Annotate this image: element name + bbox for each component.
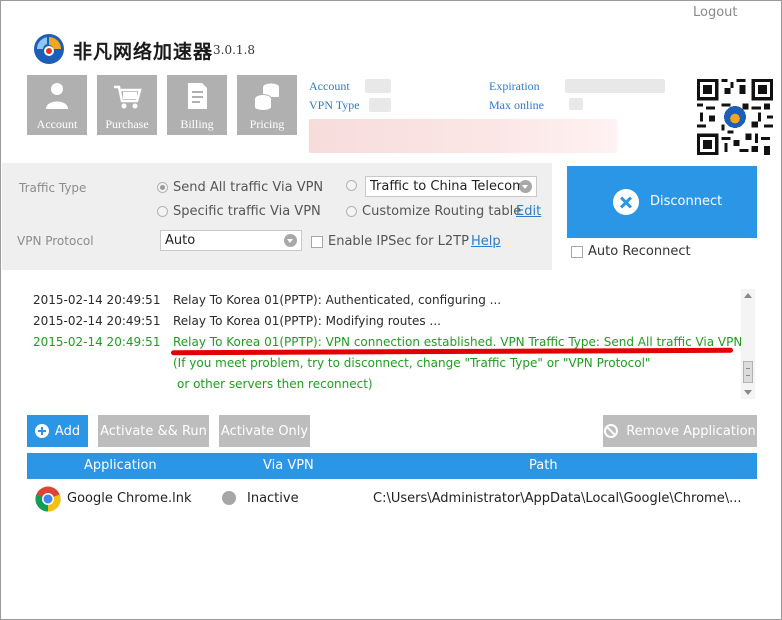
- chrome-icon: [35, 486, 61, 512]
- max-online-value-redacted: [569, 98, 583, 110]
- radio-indicator: [157, 206, 168, 217]
- traffic-target-select[interactable]: Traffic to China Telecom: [365, 176, 537, 197]
- pricing-tile-label: Pricing: [249, 117, 285, 131]
- chevron-down-icon: [284, 234, 297, 247]
- log-timestamp: 2015-02-14 20:49:51: [33, 314, 161, 328]
- account-value-redacted: [365, 79, 391, 93]
- activate-only-label: Activate Only: [220, 423, 309, 439]
- scroll-thumb[interactable]: [743, 361, 753, 383]
- customize-routing-label: Customize Routing table: [362, 204, 522, 219]
- traffic-target-value: Traffic to China Telecom: [370, 179, 525, 194]
- red-underline-annotation: [170, 347, 734, 356]
- log-entry-success: 2015-02-14 20:49:51 Relay To Korea 01(PPT…: [33, 335, 742, 349]
- purchase-tile-button[interactable]: Purchase: [97, 75, 157, 135]
- remove-application-label: Remove Application: [626, 423, 756, 439]
- log-timestamp: 2015-02-14 20:49:51: [33, 293, 161, 307]
- radio-selected-indicator: [157, 182, 168, 193]
- vpn-protocol-value: Auto: [165, 233, 196, 248]
- plus-icon: [34, 424, 49, 438]
- document-icon: [188, 83, 207, 109]
- enable-ipsec-label: Enable IPSec for L2TP: [328, 234, 469, 249]
- billing-tile-label: Billing: [180, 117, 214, 131]
- disconnect-label: Disconnect: [650, 194, 723, 209]
- user-icon: [46, 83, 68, 109]
- disconnect-button[interactable]: Disconnect: [567, 166, 757, 238]
- specific-traffic-radio[interactable]: Specific traffic Via VPN: [157, 204, 321, 219]
- log-entry: 2015-02-14 20:49:51 Relay To Korea 01(PPT…: [33, 314, 441, 328]
- column-header-via-vpn[interactable]: Via VPN: [263, 458, 314, 473]
- table-row[interactable]: Google Chrome.lnk Inactive C:\Users\Admi…: [27, 483, 757, 515]
- traffic-target-radio[interactable]: [346, 180, 362, 191]
- account-tile-label: Account: [36, 117, 78, 131]
- billing-tile-button[interactable]: Billing: [167, 75, 227, 135]
- help-link[interactable]: Help: [471, 234, 501, 249]
- qr-code-icon: [697, 79, 773, 155]
- settings-panel: Traffic Type Send All traffic Via VPN Sp…: [2, 163, 552, 270]
- activate-run-label: Activate && Run: [100, 423, 207, 439]
- app-window: Logout 非凡网络加速器 3.0.1.8 Account Purchase: [0, 0, 782, 620]
- customize-routing-radio[interactable]: Customize Routing table: [346, 204, 521, 219]
- log-help-note-line2: or other servers then reconnect): [177, 377, 373, 391]
- account-notice-redacted: [309, 119, 617, 153]
- purchase-tile-label: Purchase: [105, 117, 149, 131]
- activate-run-button[interactable]: Activate && Run: [98, 415, 209, 447]
- log-message: Relay To Korea 01(PPTP): Modifying route…: [173, 314, 441, 328]
- inactive-status-icon: [222, 491, 236, 505]
- log-entry: 2015-02-14 20:49:51 Relay To Korea 01(PPT…: [33, 293, 501, 307]
- account-label: Account: [309, 79, 350, 93]
- auto-reconnect-checkbox[interactable]: Auto Reconnect: [571, 244, 691, 259]
- pricing-tile-button[interactable]: Pricing: [237, 75, 297, 135]
- checkbox-box: [571, 245, 583, 258]
- radio-indicator: [346, 206, 357, 217]
- remove-application-button[interactable]: Remove Application: [603, 415, 757, 447]
- chevron-down-icon: [519, 180, 532, 193]
- send-all-label: Send All traffic Via VPN: [173, 180, 324, 195]
- log-message: Relay To Korea 01(PPTP): VPN connection …: [173, 335, 743, 349]
- application-name: Google Chrome.lnk: [67, 491, 192, 506]
- close-circle-icon: [613, 189, 639, 215]
- log-message: Relay To Korea 01(PPTP): Authenticated, …: [173, 293, 502, 307]
- scroll-up-arrow-icon[interactable]: [744, 293, 752, 298]
- log-help-note-line1: (If you meet problem, try to disconnect,…: [173, 356, 651, 370]
- traffic-type-label: Traffic Type: [19, 181, 87, 195]
- column-header-path[interactable]: Path: [529, 458, 558, 473]
- vpn-protocol-select[interactable]: Auto: [160, 230, 302, 251]
- vpn-type-label: VPN Type: [309, 98, 360, 112]
- account-tile-button[interactable]: Account: [27, 75, 87, 135]
- application-path: C:\Users\Administrator\AppData\Local\Goo…: [373, 491, 742, 506]
- expiration-value-redacted: [565, 79, 665, 93]
- vpn-protocol-label: VPN Protocol: [17, 234, 94, 248]
- coins-icon: [254, 83, 279, 110]
- radio-indicator: [346, 180, 357, 191]
- app-logo-icon: [34, 34, 64, 64]
- vpn-type-value-redacted: [369, 98, 391, 112]
- enable-ipsec-checkbox[interactable]: Enable IPSec for L2TP: [311, 234, 469, 249]
- log-scrollbar[interactable]: [741, 289, 755, 399]
- edit-routing-link[interactable]: Edit: [516, 204, 541, 219]
- app-title: 非凡网络加速器: [73, 41, 214, 63]
- auto-reconnect-label: Auto Reconnect: [588, 244, 691, 259]
- activate-only-button[interactable]: Activate Only: [219, 415, 310, 447]
- specific-traffic-label: Specific traffic Via VPN: [173, 204, 321, 219]
- expiration-label: Expiration: [489, 79, 540, 93]
- scroll-down-arrow-icon[interactable]: [744, 390, 752, 395]
- logout-link[interactable]: Logout: [693, 5, 738, 20]
- app-version: 3.0.1.8: [213, 43, 255, 57]
- ban-icon: [604, 424, 619, 438]
- via-vpn-status: Inactive: [247, 491, 299, 506]
- apps-table-header: Application Via VPN Path: [27, 453, 757, 479]
- add-application-button[interactable]: Add: [27, 415, 88, 447]
- log-timestamp: 2015-02-14 20:49:51: [33, 335, 161, 349]
- column-header-application[interactable]: Application: [84, 458, 157, 473]
- add-label: Add: [54, 423, 81, 439]
- max-online-label: Max online: [489, 98, 544, 112]
- send-all-radio[interactable]: Send All traffic Via VPN: [157, 180, 323, 195]
- checkbox-box: [311, 235, 323, 248]
- cart-icon: [114, 85, 142, 109]
